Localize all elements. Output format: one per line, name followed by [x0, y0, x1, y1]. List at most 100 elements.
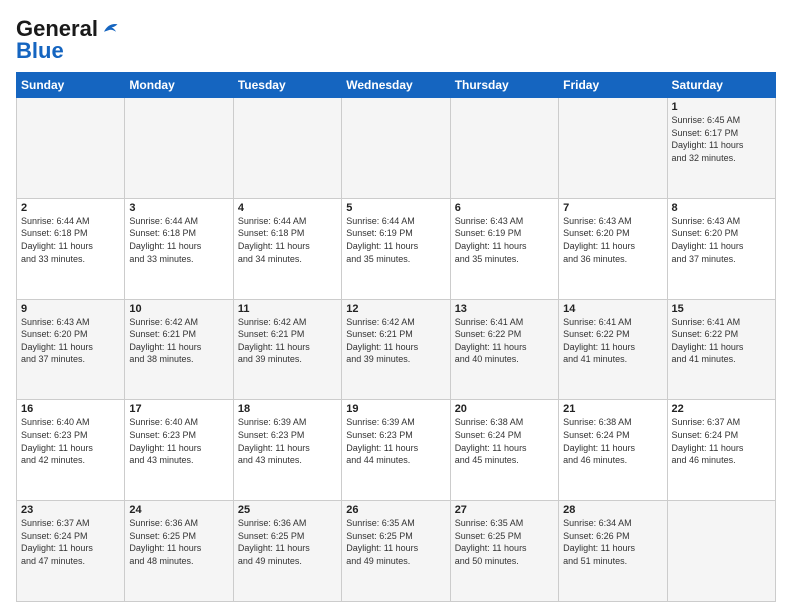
- day-number: 11: [238, 303, 337, 315]
- calendar-header-monday: Monday: [125, 73, 233, 98]
- day-number: 4: [238, 202, 337, 214]
- calendar-cell: [667, 501, 775, 602]
- day-info: Sunrise: 6:38 AM Sunset: 6:24 PM Dayligh…: [563, 416, 662, 466]
- day-number: 8: [672, 202, 771, 214]
- day-info: Sunrise: 6:44 AM Sunset: 6:19 PM Dayligh…: [346, 215, 445, 265]
- calendar-header-tuesday: Tuesday: [233, 73, 341, 98]
- day-info: Sunrise: 6:43 AM Sunset: 6:19 PM Dayligh…: [455, 215, 554, 265]
- day-number: 23: [21, 504, 120, 516]
- day-info: Sunrise: 6:36 AM Sunset: 6:25 PM Dayligh…: [129, 517, 228, 567]
- day-number: 19: [346, 403, 445, 415]
- calendar-cell: 15Sunrise: 6:41 AM Sunset: 6:22 PM Dayli…: [667, 299, 775, 400]
- calendar-cell: 8Sunrise: 6:43 AM Sunset: 6:20 PM Daylig…: [667, 198, 775, 299]
- calendar-cell: 28Sunrise: 6:34 AM Sunset: 6:26 PM Dayli…: [559, 501, 667, 602]
- calendar-cell: 27Sunrise: 6:35 AM Sunset: 6:25 PM Dayli…: [450, 501, 558, 602]
- logo: General Blue: [16, 16, 119, 64]
- day-number: 10: [129, 303, 228, 315]
- calendar-cell: 17Sunrise: 6:40 AM Sunset: 6:23 PM Dayli…: [125, 400, 233, 501]
- calendar-cell: 3Sunrise: 6:44 AM Sunset: 6:18 PM Daylig…: [125, 198, 233, 299]
- day-info: Sunrise: 6:37 AM Sunset: 6:24 PM Dayligh…: [21, 517, 120, 567]
- day-info: Sunrise: 6:43 AM Sunset: 6:20 PM Dayligh…: [672, 215, 771, 265]
- calendar-table: SundayMondayTuesdayWednesdayThursdayFrid…: [16, 72, 776, 602]
- calendar-cell: 1Sunrise: 6:45 AM Sunset: 6:17 PM Daylig…: [667, 98, 775, 199]
- day-info: Sunrise: 6:41 AM Sunset: 6:22 PM Dayligh…: [563, 316, 662, 366]
- calendar-cell: 14Sunrise: 6:41 AM Sunset: 6:22 PM Dayli…: [559, 299, 667, 400]
- day-number: 9: [21, 303, 120, 315]
- day-number: 17: [129, 403, 228, 415]
- day-info: Sunrise: 6:42 AM Sunset: 6:21 PM Dayligh…: [129, 316, 228, 366]
- calendar-cell: 11Sunrise: 6:42 AM Sunset: 6:21 PM Dayli…: [233, 299, 341, 400]
- day-number: 18: [238, 403, 337, 415]
- calendar-cell: 6Sunrise: 6:43 AM Sunset: 6:19 PM Daylig…: [450, 198, 558, 299]
- day-info: Sunrise: 6:39 AM Sunset: 6:23 PM Dayligh…: [346, 416, 445, 466]
- day-info: Sunrise: 6:43 AM Sunset: 6:20 PM Dayligh…: [21, 316, 120, 366]
- day-info: Sunrise: 6:40 AM Sunset: 6:23 PM Dayligh…: [21, 416, 120, 466]
- day-info: Sunrise: 6:40 AM Sunset: 6:23 PM Dayligh…: [129, 416, 228, 466]
- calendar-cell: 24Sunrise: 6:36 AM Sunset: 6:25 PM Dayli…: [125, 501, 233, 602]
- day-info: Sunrise: 6:45 AM Sunset: 6:17 PM Dayligh…: [672, 114, 771, 164]
- calendar-cell: [450, 98, 558, 199]
- day-info: Sunrise: 6:44 AM Sunset: 6:18 PM Dayligh…: [238, 215, 337, 265]
- day-info: Sunrise: 6:39 AM Sunset: 6:23 PM Dayligh…: [238, 416, 337, 466]
- day-number: 20: [455, 403, 554, 415]
- calendar-cell: 5Sunrise: 6:44 AM Sunset: 6:19 PM Daylig…: [342, 198, 450, 299]
- calendar-header-thursday: Thursday: [450, 73, 558, 98]
- calendar-header-wednesday: Wednesday: [342, 73, 450, 98]
- calendar-cell: [17, 98, 125, 199]
- day-number: 27: [455, 504, 554, 516]
- day-number: 16: [21, 403, 120, 415]
- calendar-cell: 19Sunrise: 6:39 AM Sunset: 6:23 PM Dayli…: [342, 400, 450, 501]
- day-number: 5: [346, 202, 445, 214]
- day-info: Sunrise: 6:41 AM Sunset: 6:22 PM Dayligh…: [672, 316, 771, 366]
- calendar-cell: [125, 98, 233, 199]
- day-number: 6: [455, 202, 554, 214]
- calendar-cell: 23Sunrise: 6:37 AM Sunset: 6:24 PM Dayli…: [17, 501, 125, 602]
- logo-blue: Blue: [16, 38, 64, 64]
- calendar-cell: [342, 98, 450, 199]
- day-info: Sunrise: 6:44 AM Sunset: 6:18 PM Dayligh…: [129, 215, 228, 265]
- calendar-cell: 2Sunrise: 6:44 AM Sunset: 6:18 PM Daylig…: [17, 198, 125, 299]
- day-number: 13: [455, 303, 554, 315]
- page: General Blue SundayMondayTuesdayWednesda…: [0, 0, 792, 612]
- calendar-cell: 20Sunrise: 6:38 AM Sunset: 6:24 PM Dayli…: [450, 400, 558, 501]
- calendar-cell: 9Sunrise: 6:43 AM Sunset: 6:20 PM Daylig…: [17, 299, 125, 400]
- calendar-cell: 26Sunrise: 6:35 AM Sunset: 6:25 PM Dayli…: [342, 501, 450, 602]
- day-number: 15: [672, 303, 771, 315]
- day-info: Sunrise: 6:35 AM Sunset: 6:25 PM Dayligh…: [346, 517, 445, 567]
- calendar-week-3: 16Sunrise: 6:40 AM Sunset: 6:23 PM Dayli…: [17, 400, 776, 501]
- day-info: Sunrise: 6:42 AM Sunset: 6:21 PM Dayligh…: [238, 316, 337, 366]
- calendar-cell: 22Sunrise: 6:37 AM Sunset: 6:24 PM Dayli…: [667, 400, 775, 501]
- calendar-cell: 10Sunrise: 6:42 AM Sunset: 6:21 PM Dayli…: [125, 299, 233, 400]
- calendar-header-sunday: Sunday: [17, 73, 125, 98]
- day-number: 24: [129, 504, 228, 516]
- calendar-header-saturday: Saturday: [667, 73, 775, 98]
- day-info: Sunrise: 6:37 AM Sunset: 6:24 PM Dayligh…: [672, 416, 771, 466]
- day-info: Sunrise: 6:43 AM Sunset: 6:20 PM Dayligh…: [563, 215, 662, 265]
- day-number: 21: [563, 403, 662, 415]
- day-info: Sunrise: 6:36 AM Sunset: 6:25 PM Dayligh…: [238, 517, 337, 567]
- day-info: Sunrise: 6:44 AM Sunset: 6:18 PM Dayligh…: [21, 215, 120, 265]
- calendar-cell: 13Sunrise: 6:41 AM Sunset: 6:22 PM Dayli…: [450, 299, 558, 400]
- day-number: 25: [238, 504, 337, 516]
- calendar-cell: 16Sunrise: 6:40 AM Sunset: 6:23 PM Dayli…: [17, 400, 125, 501]
- calendar-cell: 25Sunrise: 6:36 AM Sunset: 6:25 PM Dayli…: [233, 501, 341, 602]
- day-number: 3: [129, 202, 228, 214]
- calendar-cell: 12Sunrise: 6:42 AM Sunset: 6:21 PM Dayli…: [342, 299, 450, 400]
- day-info: Sunrise: 6:42 AM Sunset: 6:21 PM Dayligh…: [346, 316, 445, 366]
- calendar-cell: 7Sunrise: 6:43 AM Sunset: 6:20 PM Daylig…: [559, 198, 667, 299]
- day-number: 14: [563, 303, 662, 315]
- calendar-header-friday: Friday: [559, 73, 667, 98]
- calendar-week-0: 1Sunrise: 6:45 AM Sunset: 6:17 PM Daylig…: [17, 98, 776, 199]
- day-number: 1: [672, 101, 771, 113]
- day-info: Sunrise: 6:38 AM Sunset: 6:24 PM Dayligh…: [455, 416, 554, 466]
- day-number: 22: [672, 403, 771, 415]
- logo-bird-icon: [101, 21, 119, 35]
- day-number: 12: [346, 303, 445, 315]
- calendar-week-2: 9Sunrise: 6:43 AM Sunset: 6:20 PM Daylig…: [17, 299, 776, 400]
- header: General Blue: [16, 16, 776, 64]
- calendar-cell: 18Sunrise: 6:39 AM Sunset: 6:23 PM Dayli…: [233, 400, 341, 501]
- day-info: Sunrise: 6:34 AM Sunset: 6:26 PM Dayligh…: [563, 517, 662, 567]
- day-number: 26: [346, 504, 445, 516]
- calendar-cell: [233, 98, 341, 199]
- calendar-cell: 21Sunrise: 6:38 AM Sunset: 6:24 PM Dayli…: [559, 400, 667, 501]
